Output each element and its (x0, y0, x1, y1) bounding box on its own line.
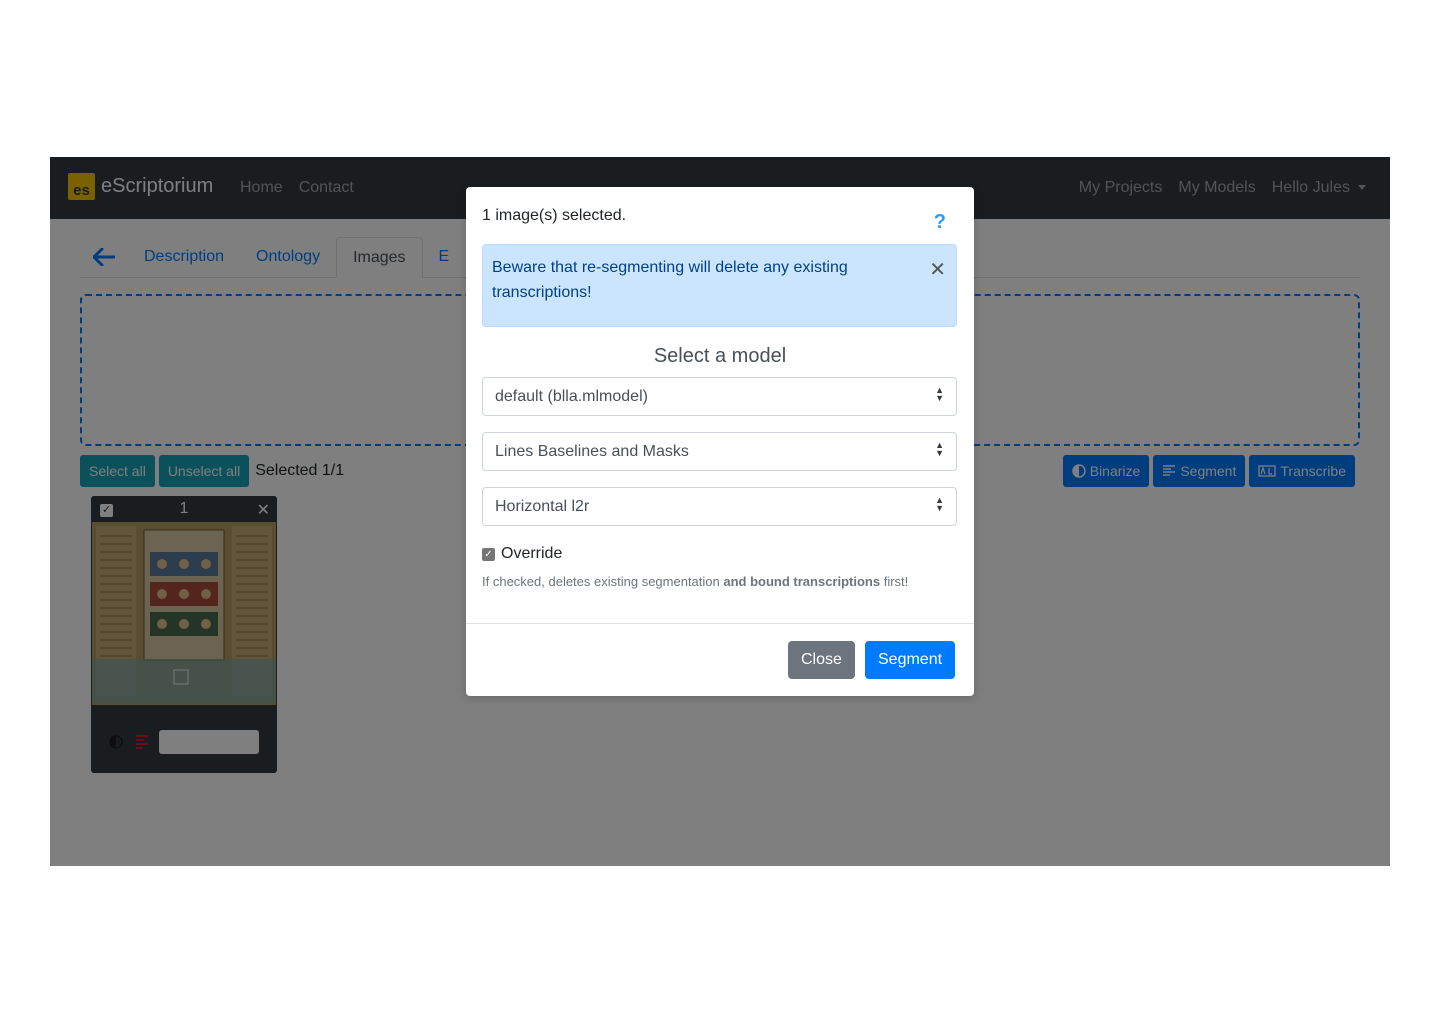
model-heading: Select a model (653, 345, 787, 367)
help-prefix: If checked, deletes existing segmentatio… (482, 574, 724, 589)
steps-select[interactable]: Lines Baselines and Masks ▲ ▼ (482, 432, 957, 471)
steps-select-value: Lines Baselines and Masks (495, 443, 689, 460)
alert-message: Beware that re-segmenting will delete an… (492, 259, 848, 301)
model-select-value: default (blla.mlmodel) (495, 388, 648, 405)
segment-modal: 1 image(s) selected. ? Beware that re-se… (466, 187, 974, 696)
close-icon[interactable]: ✕ (929, 257, 946, 282)
warning-alert: Beware that re-segmenting will delete an… (482, 244, 957, 327)
help-bold: and bound transcriptions (723, 574, 881, 589)
select-arrows-icon: ▲ ▼ (935, 495, 944, 513)
close-button[interactable]: Close (788, 641, 855, 679)
override-label[interactable]: Override (501, 545, 562, 563)
direction-select-value: Horizontal l2r (495, 498, 590, 515)
direction-select[interactable]: Horizontal l2r ▲ ▼ (482, 487, 957, 526)
model-select[interactable]: default (blla.mlmodel) ▲ ▼ (482, 377, 957, 416)
override-help-text: If checked, deletes existing segmentatio… (482, 574, 908, 589)
select-arrows-icon: ▲ ▼ (935, 385, 944, 403)
override-checkbox[interactable]: ✓ (482, 547, 495, 561)
help-icon[interactable]: ? (934, 211, 946, 234)
override-option[interactable]: ✓ Override (482, 545, 562, 563)
modal-footer: Close Segment (466, 623, 974, 697)
help-suffix: first! (880, 574, 909, 589)
modal-title: 1 image(s) selected. (482, 207, 627, 224)
select-arrows-icon: ▲ ▼ (935, 440, 944, 458)
segment-submit-button[interactable]: Segment (865, 641, 956, 679)
